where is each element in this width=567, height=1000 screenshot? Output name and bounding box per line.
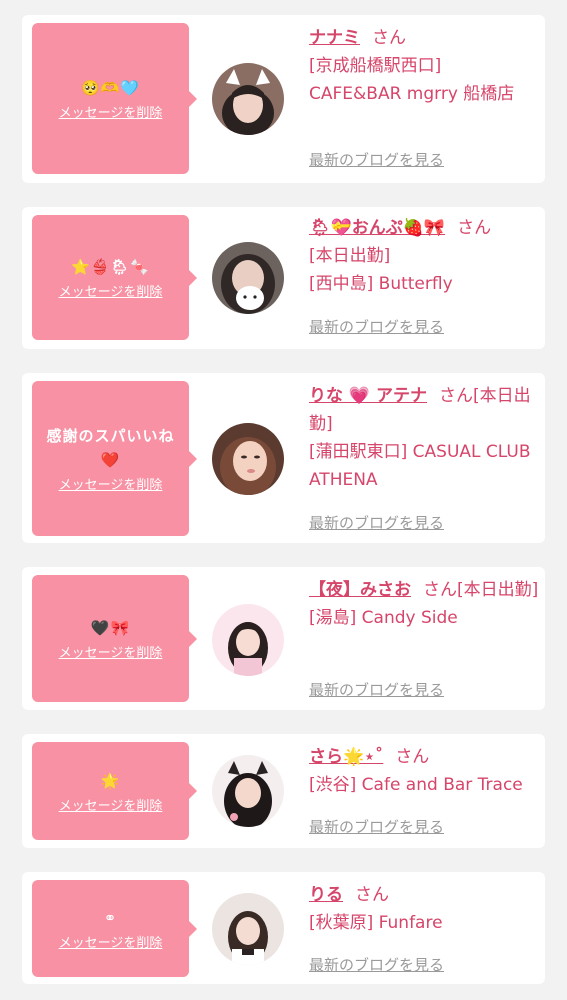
delete-message-link[interactable]: メッセージを削除: [59, 474, 163, 493]
shop-location: [湯島] Candy Side: [309, 608, 458, 628]
message-text: 感謝のスパいいね: [46, 427, 175, 445]
shop-location: [蒲田駅東口] CASUAL CLUB ATHENA: [309, 442, 531, 490]
shop-location: [秋葉原] Funfare: [309, 913, 443, 933]
message-bubble: 🌟 メッセージを削除: [32, 742, 197, 840]
delete-message-link[interactable]: メッセージを削除: [59, 102, 163, 121]
card-info: りな 💗 アテナ さん[本日出勤] [蒲田駅東口] CASUAL CLUB ATH…: [309, 382, 545, 494]
shop-location: [京成船橋駅西口] CAFE&BAR mgrry 船橋店: [309, 56, 515, 104]
avatar[interactable]: [212, 423, 284, 495]
shop-location: [渋谷] Cafe and Bar Trace: [309, 775, 523, 795]
message-card: ⚭ メッセージを削除 りる さん [秋葉原] Funfare 最新のブログを見る: [22, 872, 545, 984]
avatar[interactable]: [212, 755, 284, 827]
card-info: 🌦💝おんぷ🍓🎀 さん [本日出勤] [西中島] Butterfly: [309, 214, 535, 298]
user-name-link[interactable]: ナナミ: [309, 28, 360, 48]
shop-location: [西中島] Butterfly: [309, 274, 453, 294]
message-text: ⭐👙🌦🍬: [70, 258, 151, 276]
latest-blog-link[interactable]: 最新のブログを見る: [309, 816, 444, 837]
latest-blog-link[interactable]: 最新のブログを見る: [309, 149, 444, 170]
message-card: 🌟 メッセージを削除 さら🌟⋆˚ さん [渋谷] Cafe and Bar Tra…: [22, 734, 545, 848]
user-name-link[interactable]: りる: [309, 885, 343, 905]
delete-message-link[interactable]: メッセージを削除: [59, 642, 163, 661]
message-bubble: ⚭ メッセージを削除: [32, 880, 197, 977]
card-info: ナナミ さん [京成船橋駅西口] CAFE&BAR mgrry 船橋店: [309, 24, 535, 108]
message-card: ⭐👙🌦🍬 メッセージを削除 🌦💝おんぷ🍓🎀 さん [本日出勤] [西中島] But…: [22, 207, 545, 349]
heart-icon: ❤️: [100, 451, 121, 469]
message-text: ⚭: [103, 909, 118, 927]
honorific: さん: [355, 885, 389, 905]
honorific: さん: [439, 386, 474, 406]
user-name-link[interactable]: 🌦💝おんぷ🍓🎀: [309, 218, 445, 238]
message-bubble: ⭐👙🌦🍬 メッセージを削除: [32, 215, 197, 340]
user-name-link[interactable]: りな 💗 アテナ: [309, 386, 427, 406]
avatar[interactable]: [212, 242, 284, 314]
work-status: [本日出勤]: [309, 246, 391, 266]
message-bubble: 感謝のスパいいね ❤️ メッセージを削除: [32, 381, 197, 536]
message-bubble: 🥺🫶🩵 メッセージを削除: [32, 23, 197, 174]
message-card: 🥺🫶🩵 メッセージを削除 ナナミ さん [京成船橋駅西口] CAFE&BAR mg…: [22, 15, 545, 183]
user-name-link[interactable]: 【夜】みさお: [309, 580, 411, 600]
card-info: りる さん [秋葉原] Funfare: [309, 881, 535, 937]
delete-message-link[interactable]: メッセージを削除: [59, 795, 163, 814]
message-list: 🥺🫶🩵 メッセージを削除 ナナミ さん [京成船橋駅西口] CAFE&BAR mg…: [0, 0, 567, 1000]
honorific: さん: [372, 28, 406, 48]
honorific: さん: [395, 747, 430, 767]
avatar[interactable]: [212, 893, 284, 965]
message-card: 🖤🎀 メッセージを削除 【夜】みさお さん[本日出勤] [湯島] Candy Si…: [22, 567, 545, 710]
card-info: 【夜】みさお さん[本日出勤] [湯島] Candy Side: [309, 576, 545, 632]
message-text: 🖤🎀: [90, 619, 131, 637]
message-bubble: 🖤🎀 メッセージを削除: [32, 575, 197, 702]
user-name-link[interactable]: さら🌟⋆˚: [309, 747, 383, 767]
honorific: さん: [457, 218, 492, 238]
card-info: さら🌟⋆˚ さん [渋谷] Cafe and Bar Trace: [309, 743, 535, 799]
avatar[interactable]: [212, 604, 284, 676]
message-text: 🌟: [100, 771, 121, 790]
honorific: さん: [423, 580, 457, 600]
latest-blog-link[interactable]: 最新のブログを見る: [309, 954, 444, 975]
latest-blog-link[interactable]: 最新のブログを見る: [309, 512, 444, 533]
message-text: 🥺🫶🩵: [80, 79, 141, 97]
avatar[interactable]: [212, 63, 284, 135]
latest-blog-link[interactable]: 最新のブログを見る: [309, 679, 444, 700]
delete-message-link[interactable]: メッセージを削除: [59, 281, 163, 300]
message-card: 感謝のスパいいね ❤️ メッセージを削除 りな 💗 アテナ さん[本日出勤] [蒲…: [22, 373, 545, 543]
latest-blog-link[interactable]: 最新のブログを見る: [309, 316, 444, 337]
work-status: [本日出勤]: [457, 580, 539, 600]
delete-message-link[interactable]: メッセージを削除: [59, 932, 163, 951]
